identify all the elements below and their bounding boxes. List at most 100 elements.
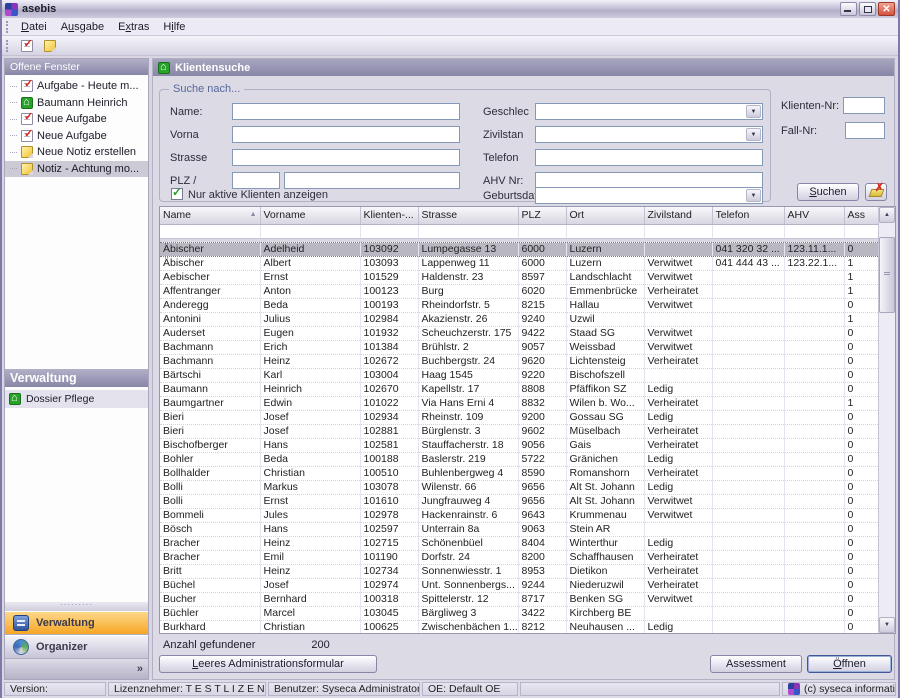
column-header[interactable]: PLZ <box>518 207 566 224</box>
table-row[interactable]: AebischerErnst101529Haldenstr. 238597Lan… <box>160 270 878 284</box>
menu-item[interactable]: Datei <box>14 20 54 34</box>
more-buttons-chevron[interactable]: » <box>137 663 143 675</box>
table-row[interactable]: BracherHeinz102715Schönenbüel8404Wintert… <box>160 536 878 550</box>
table-row[interactable]: BüchlerMarcel103045Bärgliweg 33422Kirchb… <box>160 606 878 620</box>
filter-cell[interactable] <box>712 224 784 238</box>
open-window-item[interactable]: Aufgabe - Heute m... <box>5 78 148 95</box>
filter-cell[interactable] <box>518 224 566 238</box>
filter-cell[interactable] <box>566 224 644 238</box>
table-row[interactable]: BöschHans102597Unterrain 8a9063Stein AR0 <box>160 522 878 536</box>
cell: 0 <box>844 326 878 340</box>
open-button[interactable]: Öffnen <box>807 655 892 673</box>
search-groupbox: Suche nach... Name: Vorna Strasse PLZ / … <box>159 89 771 202</box>
open-window-item[interactable]: Baumann Heinrich <box>5 95 148 112</box>
nav-verwaltung[interactable]: Verwaltung <box>5 611 148 635</box>
filter-cell[interactable] <box>360 224 418 238</box>
table-row[interactable]: BieriJosef102934Rheinstr. 1099200Gossau … <box>160 410 878 424</box>
assessment-button[interactable]: Assessment <box>710 655 802 673</box>
table-row[interactable]: BolliErnst101610Jungfrauweg 49656Alt St.… <box>160 494 878 508</box>
empty-admin-form-button[interactable]: Leeres Administrationsformular <box>159 655 377 673</box>
search-button[interactable]: Suchen <box>797 183 859 201</box>
column-header[interactable]: Ort <box>566 207 644 224</box>
table-row[interactable]: ÄbischerAlbert103093Lappenweg 116000Luze… <box>160 256 878 270</box>
cell: Emil <box>260 550 360 564</box>
table-row[interactable]: AndereggBeda100193Rheindorfstr. 58215Hal… <box>160 298 878 312</box>
table-row[interactable]: BucherBernhard100318Spittelerstr. 128717… <box>160 592 878 606</box>
cell: Verwitwet <box>644 494 712 508</box>
table-row[interactable]: BracherEmil101190Dorfstr. 248200Schaffha… <box>160 550 878 564</box>
column-header[interactable]: Telefon <box>712 207 784 224</box>
column-header[interactable]: Ass <box>844 207 878 224</box>
table-row[interactable]: BaumgartnerEdwin101022Via Hans Erni 4883… <box>160 396 878 410</box>
filter-cell[interactable] <box>644 224 712 238</box>
geburtsdatum-select[interactable]: ▼ <box>535 187 763 204</box>
table-row[interactable]: ÄbischerAdelheid103092Lumpegasse 136000L… <box>160 242 878 256</box>
plz-input[interactable] <box>232 172 280 189</box>
syseca-logo-icon <box>788 683 800 695</box>
column-header[interactable]: Vorname <box>260 207 360 224</box>
clear-search-button[interactable] <box>865 183 887 201</box>
table-row[interactable]: BärtschiKarl103004Haag 15459220Bischofsz… <box>160 368 878 382</box>
table-row[interactable]: BollhalderChristian100510Buhlenbergweg 4… <box>160 466 878 480</box>
table-row[interactable]: BrittHeinz102734Sonnenwiesstr. 18953Diet… <box>160 564 878 578</box>
open-window-item[interactable]: Neue Aufgabe <box>5 128 148 145</box>
fall-nr-input[interactable] <box>845 122 885 139</box>
chevron-down-icon[interactable]: ▼ <box>746 128 761 141</box>
klienten-nr-input[interactable] <box>843 97 885 114</box>
sidebar-item-dossier-pflege[interactable]: Dossier Pflege <box>5 390 148 408</box>
table-row[interactable]: BolliMarkus103078Wilenstr. 669656Alt St.… <box>160 480 878 494</box>
table-row[interactable]: BachmannErich101384Brühlstr. 29057Weissb… <box>160 340 878 354</box>
table-row[interactable]: BurkhardChristian100625Zwischenbächen 1.… <box>160 620 878 633</box>
new-note-button[interactable] <box>39 37 60 55</box>
table-row[interactable]: BommeliJules102978Hackenrainstr. 69643Kr… <box>160 508 878 522</box>
column-header[interactable]: Klienten-... <box>360 207 418 224</box>
filter-cell[interactable] <box>844 224 878 238</box>
table-row[interactable]: BohlerBeda100188Baslerstr. 2195722Gränic… <box>160 452 878 466</box>
vorname-input[interactable] <box>232 126 460 143</box>
table-row[interactable]: BüchelJosef102974Unt. Sonnenbergs...9244… <box>160 578 878 592</box>
titlebar[interactable]: asebis ✕ <box>2 0 898 18</box>
toolbar-grip[interactable] <box>6 40 10 52</box>
nav-organizer[interactable]: Organizer <box>5 635 148 659</box>
ort-input[interactable] <box>284 172 460 189</box>
restore-button[interactable] <box>859 2 876 16</box>
table-row[interactable]: BaumannHeinrich102670Kapellstr. 178808Pf… <box>160 382 878 396</box>
chevron-down-icon[interactable]: ▼ <box>746 105 761 118</box>
menu-item[interactable]: Ausgabe <box>54 20 111 34</box>
active-clients-checkbox[interactable]: ✓ <box>171 188 183 200</box>
table-row[interactable]: AntoniniJulius102984Akazienstr. 269240Uz… <box>160 312 878 326</box>
table-row[interactable]: BieriJosef102881Bürglenstr. 39602Müselba… <box>160 424 878 438</box>
scrollbar-thumb[interactable] <box>879 237 895 313</box>
menu-item[interactable]: Hilfe <box>156 20 192 34</box>
filter-cell[interactable] <box>418 224 518 238</box>
column-header[interactable]: Name▲ <box>160 207 260 224</box>
new-task-button[interactable] <box>16 37 37 55</box>
table-row[interactable]: AudersetEugen101932Scheuchzerstr. 175942… <box>160 326 878 340</box>
telefon-input[interactable] <box>535 149 763 166</box>
geschlecht-select[interactable]: ▼ <box>535 103 763 120</box>
filter-cell[interactable] <box>784 224 844 238</box>
minimize-button[interactable] <box>840 2 857 16</box>
close-button[interactable]: ✕ <box>878 2 895 16</box>
zivilstand-select[interactable]: ▼ <box>535 126 763 143</box>
name-input[interactable] <box>232 103 460 120</box>
strasse-input[interactable] <box>232 149 460 166</box>
column-header[interactable]: AHV <box>784 207 844 224</box>
chevron-down-icon[interactable]: ▼ <box>746 189 761 202</box>
table-row[interactable]: BachmannHeinz102672Buchbergstr. 249620Li… <box>160 354 878 368</box>
table-row[interactable]: AffentrangerAnton100123Burg6020Emmenbrüc… <box>160 284 878 298</box>
menubar-grip[interactable] <box>6 21 10 33</box>
table-row[interactable]: BischofbergerHans102581Stauffacherstr. 1… <box>160 438 878 452</box>
scroll-up-icon[interactable]: ▲ <box>879 207 895 223</box>
sidebar-splitter[interactable]: ········· <box>5 602 148 611</box>
open-window-item[interactable]: Neue Aufgabe <box>5 111 148 128</box>
column-header[interactable]: Strasse <box>418 207 518 224</box>
open-window-item[interactable]: Neue Notiz erstellen <box>5 144 148 161</box>
filter-cell[interactable] <box>160 224 260 238</box>
open-window-item[interactable]: Notiz - Achtung mo... <box>5 161 148 178</box>
scroll-down-icon[interactable]: ▼ <box>879 617 895 633</box>
vertical-scrollbar[interactable]: ▲ ▼ <box>878 207 895 633</box>
column-header[interactable]: Zivilstand <box>644 207 712 224</box>
filter-cell[interactable] <box>260 224 360 238</box>
menu-item[interactable]: Extras <box>111 20 156 34</box>
